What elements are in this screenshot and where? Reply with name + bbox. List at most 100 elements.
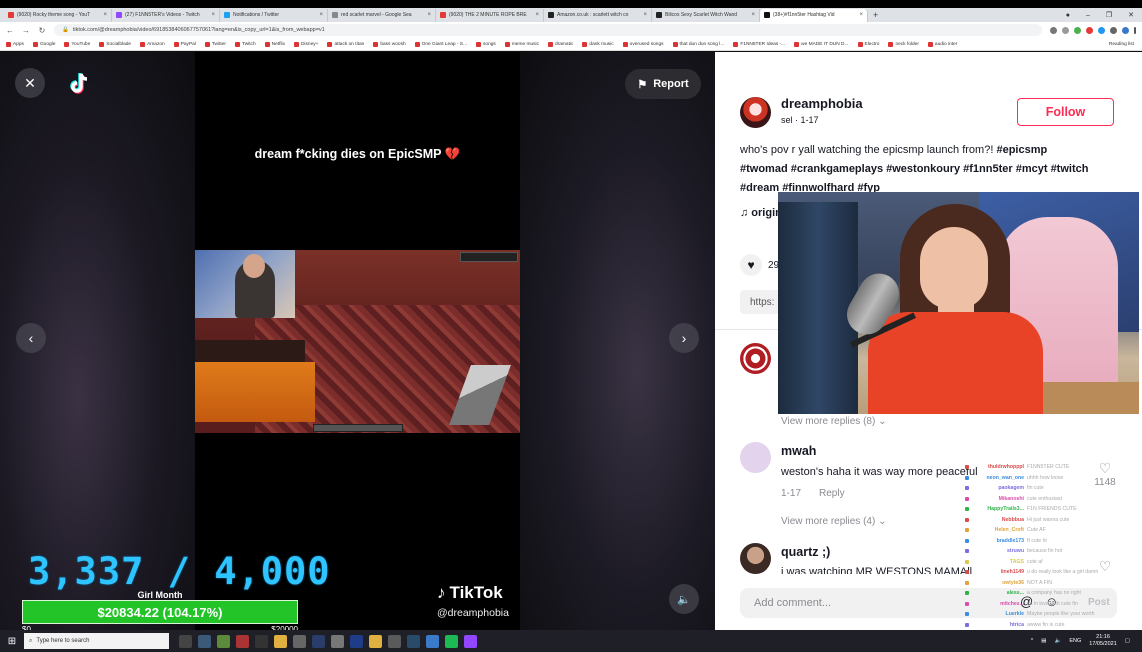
next-video-button[interactable]: › [669,323,699,353]
bookmark-item[interactable]: neck folder [888,41,919,47]
bookmark-item[interactable]: songs [476,41,496,47]
windows-start-icon[interactable]: ⊞ [0,636,24,647]
bookmark-item[interactable]: F1NN5TER Ideas -... [733,41,785,47]
extension-icon[interactable] [1074,26,1081,34]
view-more-replies[interactable]: View more replies (4) ⌄ [781,516,886,527]
bookmark-item[interactable]: Electro [857,41,879,47]
view-more-replies[interactable]: View more replies (8) ⌄ [781,416,886,427]
minecraft-icon[interactable] [217,634,230,648]
app-icon[interactable] [388,634,401,648]
comment-author[interactable]: quartz ;) [781,545,830,559]
bookmark-item[interactable]: Disney+ [293,41,318,47]
taskbar-search[interactable]: ⌕ Type here to search [24,633,169,649]
previous-video-button[interactable]: ‹ [16,323,46,353]
url-field[interactable]: 🔒 tiktok.com/@dreamphobia/video/69185384… [54,24,1042,36]
bookmark-item[interactable]: attack on titan [327,41,364,47]
browser-tab[interactable]: (9020) Rocky theme song - YouT × [4,8,112,22]
comment-author[interactable]: mwah [781,444,816,458]
bookmark-item[interactable]: that dun dun song l... [672,41,724,47]
forward-icon[interactable]: → [22,26,30,35]
bookmark-item[interactable]: meme music [504,41,539,47]
avatar[interactable] [740,97,771,128]
reading-list[interactable]: Reading list [1109,42,1134,47]
steam-icon[interactable] [198,634,211,648]
bookmark-item[interactable]: Google [32,41,55,47]
browser-tab[interactable]: red scarlet marvel - Google Sea × [328,8,436,22]
bookmark-item[interactable]: Amazon [140,41,165,47]
avatar[interactable] [740,543,771,574]
extension-icon[interactable] [1086,26,1093,34]
post-username[interactable]: dreamphobia [781,96,863,111]
bookmark-item[interactable]: we MADE IT DUN D... [794,41,849,47]
language-indicator[interactable]: ENG [1069,638,1081,644]
extension-icon[interactable] [1050,26,1057,34]
reply-button[interactable]: Reply [819,488,845,499]
spotify-icon[interactable] [445,634,458,648]
obs-icon[interactable] [255,634,268,648]
browser-tab[interactable]: (27) F1NN5TER's Videos - Twitch × [112,8,220,22]
bookmark-item[interactable]: Twitter [204,41,226,47]
bookmark-item[interactable]: dank music [582,41,614,47]
close-video-icon[interactable]: ✕ [15,68,45,98]
close-tab-icon[interactable]: × [103,12,107,18]
follow-button[interactable]: Follow [1017,98,1114,126]
back-icon[interactable]: ← [6,26,14,35]
bookmark-item[interactable]: YouTube [64,41,90,47]
app-icon[interactable] [236,634,249,648]
network-icon[interactable]: ▤ [1041,638,1046,644]
video-frame[interactable]: dream f*cking dies on EpicSMP 💔 [195,52,520,630]
heart-icon[interactable]: ♥ [740,254,762,276]
bookmark-item[interactable]: dramatic [548,41,573,47]
system-clock[interactable]: 21:16 17/05/2021 [1089,634,1117,648]
app-icon[interactable] [331,634,344,648]
minimize-icon[interactable]: – [1086,12,1090,19]
browser-tab[interactable]: Bilicos Sexy Scarlet Witch Wand × [652,8,760,22]
menu-icon[interactable] [1134,26,1136,34]
close-window-icon[interactable]: ✕ [1128,11,1134,19]
photoshop-icon[interactable] [350,634,363,648]
extension-icon[interactable] [1062,26,1069,34]
file-explorer-icon[interactable] [274,634,287,648]
app-icon[interactable] [293,634,306,648]
close-tab-icon[interactable]: × [643,12,647,18]
browser-tab[interactable]: Notifications / Twitter × [220,8,328,22]
steam-icon[interactable] [407,634,420,648]
browser-tab[interactable]: (9020) THE 2 MINUTE ROPE BRE × [436,8,544,22]
app-icon[interactable] [426,634,439,648]
twitch-icon[interactable] [464,634,477,648]
bookmark-item[interactable]: audio inter [927,41,957,47]
bookmark-item[interactable]: PayPal [173,41,196,47]
chrome-icon[interactable] [369,634,382,648]
bookmark-item[interactable]: overused songs [622,41,664,47]
close-tab-icon[interactable]: × [319,12,323,18]
bookmark-item[interactable]: Netflix [264,41,285,47]
close-tab-icon[interactable]: × [859,12,863,18]
browser-tab[interactable]: Amazon.co.uk : scarlett witch co × [544,8,652,22]
close-tab-icon[interactable]: × [751,12,755,18]
volume-button[interactable]: 🔈 [669,584,699,614]
bookmark-item[interactable]: Socialblade [99,41,131,47]
avatar[interactable] [740,442,771,473]
bookmark-item[interactable]: Twitch [235,41,256,47]
chevron-up-icon[interactable]: ^ [1031,638,1034,644]
avatar[interactable] [1122,26,1129,34]
report-button[interactable]: ⚑ Report [625,69,701,99]
browser-tab-active[interactable]: (38+)#f1nn5ter Hashtag Vid × [760,8,868,22]
close-tab-icon[interactable]: × [535,12,539,18]
maximize-icon[interactable]: ❐ [1106,11,1112,19]
vegas-icon[interactable] [312,634,325,648]
avatar[interactable] [740,343,771,374]
close-tab-icon[interactable]: × [211,12,215,18]
close-tab-icon[interactable]: × [427,12,431,18]
new-tab-button[interactable]: + [873,10,878,20]
bookmark-item[interactable]: bass woosh [373,41,406,47]
bookmark-item[interactable]: One Giant Leap - S... [414,41,467,47]
profile-icon[interactable]: ● [1066,12,1070,19]
puzzle-icon[interactable] [1110,26,1117,34]
reload-icon[interactable]: ↻ [38,26,46,35]
bookmark-item[interactable]: Apps [6,41,24,47]
video-player[interactable]: dream f*cking dies on EpicSMP 💔 ✕ ⚑ Repo… [0,52,715,630]
volume-icon[interactable]: 🔈 [1054,638,1061,644]
task-view-icon[interactable] [179,634,192,648]
extension-icon[interactable] [1098,26,1105,34]
